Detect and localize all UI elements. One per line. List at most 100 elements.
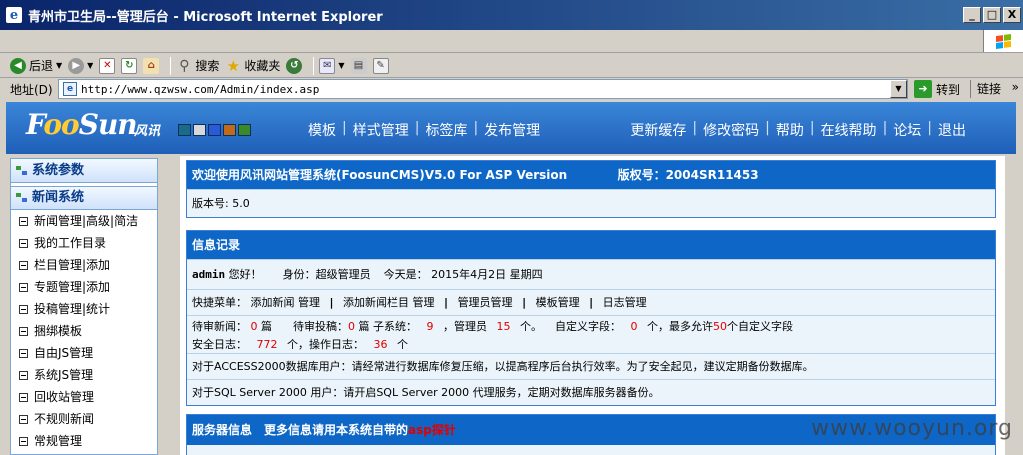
quick-separator: | [329,296,334,309]
nav-styles[interactable]: 样式管理 [353,120,409,140]
close-button[interactable]: X [1003,7,1021,23]
sidebar-item-news-management[interactable]: 新闻管理|高级|简洁 [11,210,157,232]
skin-swatch[interactable] [223,124,236,136]
sidebar-item-column-management[interactable]: 栏目管理|添加 [11,254,157,276]
security-log-label: 安全日志： [192,338,247,351]
sidebar-item-label: 投稿管理|统计 [34,302,111,316]
sidebar-item-contribution-management[interactable]: 投稿管理|统计 [11,298,157,320]
stop-icon: ✕ [99,57,116,74]
back-dropdown-icon[interactable]: ▼ [56,61,62,70]
go-label: 转到 [936,82,961,97]
quick-add-news[interactable]: 添加新闻 管理 [251,296,321,309]
star-icon: ★ [226,56,241,75]
maximize-button[interactable]: □ [983,7,1001,23]
sidebar-section-news-system[interactable]: 新闻系统 [11,186,157,210]
collapse-icon[interactable] [19,326,28,336]
quick-log-management[interactable]: 日志管理 [603,296,647,309]
address-input[interactable]: e http://www.qzwsw.com/Admin/index.asp ▼ [58,79,908,99]
print-button[interactable]: ▤ [350,56,367,76]
collapse-icon[interactable] [19,238,28,248]
minimize-button[interactable]: _ [963,7,981,23]
sidebar-item-recycle-bin[interactable]: 回收站管理 [11,386,157,408]
nav-forum[interactable]: 论坛 [893,120,921,140]
links-button[interactable]: 链接 [970,80,1001,98]
collapse-icon[interactable] [19,370,28,380]
history-button[interactable]: ↺ [286,56,303,76]
forward-button[interactable]: ▶ ▼ [68,56,93,76]
sidebar-item-my-workspace[interactable]: 我的工作目录 [11,232,157,254]
ops-log-unit: 个 [397,338,408,351]
nav-templates[interactable]: 模板 [308,120,336,140]
refresh-button[interactable]: ↻ [121,56,138,76]
go-button[interactable]: ➜ 转到 [914,80,960,98]
collapse-icon[interactable] [19,216,28,226]
nav-separator: | [414,120,420,136]
nav-tag-library[interactable]: 标签库 [425,120,467,140]
custom-fields-tail: 个自定义字段 [727,320,793,333]
sidebar-item-general-management[interactable]: 常规管理 [11,430,157,452]
access-note-row: 对于ACCESS2000数据库用户：请经常进行数据库修复压缩，以提高程序后台执行… [187,353,995,379]
nav-separator: | [765,120,770,136]
quick-template-management[interactable]: 模板管理 [536,296,580,309]
favorites-button[interactable]: ★ 收藏夹 [225,56,281,76]
tree-icon [15,191,29,205]
sidebar-section-system-params[interactable]: 系统参数 [11,159,157,183]
collapse-icon[interactable] [19,304,28,314]
collapse-icon[interactable] [19,282,28,292]
links-chevron-icon[interactable]: » [1012,80,1019,94]
collapse-icon[interactable] [19,348,28,358]
welcome-panel-header: 欢迎使用风讯网站管理系统(FoosunCMS)V5.0 For ASP Vers… [187,161,995,189]
mail-dropdown-icon[interactable]: ▼ [338,61,344,70]
quick-admin-management[interactable]: 管理员管理 [458,296,513,309]
watermark: www.wooyun.org [811,416,1013,441]
collapse-icon[interactable] [19,392,28,402]
identity: 身份：超级管理员 [282,268,371,281]
sidebar-item-free-js[interactable]: 自由JS管理 [11,342,157,364]
nav-help[interactable]: 帮助 [776,120,804,140]
skin-swatch[interactable] [208,124,221,136]
history-icon: ↺ [286,57,303,74]
stats-row: 待审新闻： 0 篇 待审投稿：0 篇 子系统： 9 ，管理员 15 个。 自定义… [187,315,995,353]
skin-swatch[interactable] [193,124,206,136]
nav-online-help[interactable]: 在线帮助 [821,120,877,140]
address-dropdown-icon[interactable]: ▼ [890,80,907,98]
back-button[interactable]: ◀ 后退 ▼ [10,56,62,76]
toolbar-separator [313,56,315,75]
printer-icon: ▤ [350,57,367,74]
subsystems-count: 9 [426,320,434,333]
collapse-icon[interactable] [19,414,28,424]
home-button[interactable]: ⌂ [143,56,160,76]
sidebar-item-system-js[interactable]: 系统JS管理 [11,364,157,386]
access-note: 对于ACCESS2000数据库用户：请经常进行数据库修复压缩，以提高程序后台执行… [192,360,814,373]
search-label: 搜索 [195,59,220,73]
address-url[interactable]: http://www.qzwsw.com/Admin/index.asp [81,83,319,96]
sidebar-item-bound-templates[interactable]: 捆绑模板 [11,320,157,342]
asp-probe-link[interactable]: asp探针 [408,423,456,437]
skin-swatch[interactable] [238,124,251,136]
sidebar-item-label: 回收站管理 [34,390,95,404]
sidebar-item-topic-management[interactable]: 专题管理|添加 [11,276,157,298]
skin-swatch[interactable] [178,124,191,136]
edit-button[interactable]: ✎ [372,56,389,76]
ops-log-label: 个，操作日志： [287,338,364,351]
nav-separator: | [882,120,888,136]
nav-update-cache[interactable]: 更新缓存 [630,120,686,140]
nav-separator: | [473,120,479,136]
toolbar-separator [170,56,172,75]
username: admin [192,268,226,281]
collapse-icon[interactable] [19,436,28,446]
quick-add-column[interactable]: 添加新闻栏目 管理 [343,296,435,309]
nav-logout[interactable]: 退出 [938,120,966,140]
search-button[interactable]: ⚲ 搜索 [176,56,219,76]
home-icon: ⌂ [143,57,160,74]
stop-button[interactable]: ✕ [99,56,116,76]
sidebar-item-irregular-news[interactable]: 不规则新闻 [11,408,157,430]
forward-dropdown-icon[interactable]: ▼ [87,61,93,70]
sidebar-item-label: 系统JS管理 [34,368,94,382]
nav-change-password[interactable]: 修改密码 [703,120,759,140]
mail-button[interactable]: ✉ ▼ [319,56,345,76]
nav-publish[interactable]: 发布管理 [484,120,540,140]
collapse-icon[interactable] [19,260,28,270]
sidebar-item-label: 自由JS管理 [34,346,94,360]
pending-contrib-label: 待审投稿： [293,320,348,333]
